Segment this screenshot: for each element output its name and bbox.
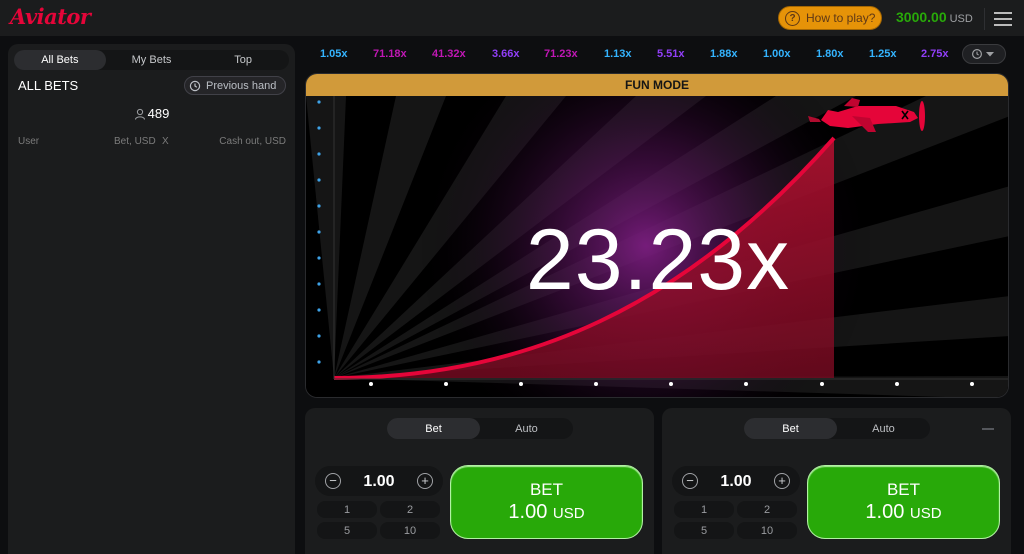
quick-amount-button[interactable]: 2	[737, 501, 797, 518]
tab-bet[interactable]: Bet	[387, 418, 480, 439]
game-stage: 23.23x	[306, 96, 1008, 397]
hamburger-icon	[994, 12, 1012, 14]
tab-all-bets[interactable]: All Bets	[14, 50, 106, 70]
tab-bet[interactable]: Bet	[744, 418, 837, 439]
how-to-play-button[interactable]: ? How to play?	[778, 6, 882, 30]
bet-button[interactable]: BET 1.00 USD	[807, 465, 1000, 539]
bet-button-label: BET	[529, 480, 564, 499]
history-item[interactable]: 1.80x	[816, 48, 844, 60]
remove-bet-panel-button[interactable]	[982, 428, 994, 430]
multiplier-history: 1.05x 71.18x 41.32x 3.66x 71.23x 1.13x 5…	[312, 45, 1012, 65]
col-user: User	[18, 136, 40, 147]
balance: 3000.00 USD	[896, 9, 973, 25]
bet-button-currency: USD	[909, 505, 942, 522]
menu-button[interactable]	[984, 8, 1012, 30]
bet-mode-tabs: Bet Auto	[744, 418, 930, 439]
current-multiplier: 23.23x	[525, 212, 791, 308]
quick-amount-button[interactable]: 10	[380, 522, 440, 539]
how-to-play-label: How to play?	[806, 11, 876, 25]
col-bet: Bet, USD	[114, 136, 156, 147]
increase-stake-button[interactable]: +	[417, 473, 433, 489]
tab-my-bets[interactable]: My Bets	[106, 50, 198, 70]
history-item[interactable]: 1.00x	[763, 48, 791, 60]
tab-auto[interactable]: Auto	[837, 418, 930, 439]
history-item[interactable]: 5.51x	[657, 48, 685, 60]
help-icon: ?	[785, 10, 800, 26]
quick-amount-button[interactable]: 1	[317, 501, 377, 518]
bets-tabs: All Bets My Bets Top	[14, 50, 289, 70]
quick-amount-button[interactable]: 2	[380, 501, 440, 518]
history-dropdown-icon	[971, 48, 994, 60]
all-bets-heading: ALL BETS	[18, 78, 79, 93]
aviator-logo[interactable]: Aviator	[10, 4, 91, 29]
increase-stake-button[interactable]: +	[774, 473, 790, 489]
history-item[interactable]: 2.75x	[921, 48, 949, 60]
top-bar: Aviator ? How to play? 3000.00 USD	[0, 0, 1024, 36]
bet-button-amount: 1.00	[508, 501, 548, 523]
history-item[interactable]: 71.23x	[544, 48, 578, 60]
quick-amount-button[interactable]: 5	[674, 522, 734, 539]
balance-amount: 3000.00	[896, 9, 947, 25]
col-x: X	[162, 136, 169, 147]
col-cashout: Cash out, USD	[219, 136, 286, 147]
user-count-value: 489	[147, 106, 170, 121]
history-item[interactable]: 1.13x	[604, 48, 632, 60]
stake-stepper: − 1.00 +	[315, 466, 443, 496]
bet-button-label: BET	[886, 480, 921, 499]
game-canvas: FUN MODE 23.23x	[305, 73, 1009, 398]
tab-auto[interactable]: Auto	[480, 418, 573, 439]
quick-amount-button[interactable]: 10	[737, 522, 797, 539]
history-item[interactable]: 1.25x	[869, 48, 897, 60]
history-item[interactable]: 1.05x	[320, 48, 348, 60]
bet-button[interactable]: BET 1.00 USD	[450, 465, 643, 539]
fun-mode-banner: FUN MODE	[306, 74, 1008, 96]
history-item[interactable]: 71.18x	[373, 48, 407, 60]
quick-amount-button[interactable]: 1	[674, 501, 734, 518]
bet-panel-2: Bet Auto − 1.00 + 1 2 5 10 BET 1.00 USD	[662, 408, 1011, 554]
history-item[interactable]: 41.32x	[432, 48, 466, 60]
tab-top[interactable]: Top	[197, 50, 289, 70]
bet-button-amount: 1.00	[865, 501, 905, 523]
bet-button-currency: USD	[552, 505, 585, 522]
history-item[interactable]: 1.88x	[710, 48, 738, 60]
previous-hand-button[interactable]: Previous hand	[184, 76, 286, 95]
quick-amount-button[interactable]: 5	[317, 522, 377, 539]
history-icon	[189, 80, 201, 91]
bet-panel-1: Bet Auto − 1.00 + 1 2 5 10 BET 1.00 USD	[305, 408, 654, 554]
user-count: 489	[8, 106, 295, 121]
stake-stepper: − 1.00 +	[672, 466, 800, 496]
history-item[interactable]: 3.66x	[492, 48, 520, 60]
previous-hand-label: Previous hand	[206, 79, 277, 92]
balance-currency: USD	[949, 13, 973, 25]
history-expand-button[interactable]	[962, 44, 1006, 64]
bets-panel: All Bets My Bets Top ALL BETS Previous h…	[8, 44, 295, 554]
user-icon	[134, 108, 145, 120]
bet-mode-tabs: Bet Auto	[387, 418, 573, 439]
